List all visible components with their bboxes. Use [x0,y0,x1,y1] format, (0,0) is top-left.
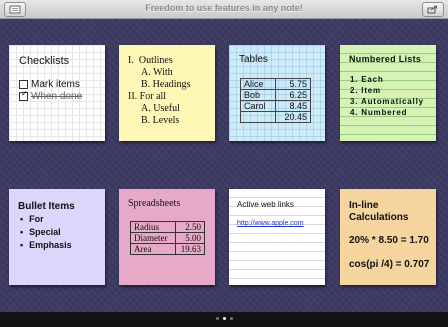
outline-marker: B. [141,79,151,90]
note-title: Spreadsheets [128,198,181,209]
outline-text: Levels [152,115,180,126]
table-cell[interactable]: 5.75 [275,78,311,90]
calculation-result: 20% * 8.50 = 1.70 [349,235,429,246]
checklist-item[interactable]: Mark items [19,79,80,90]
checkbox-checked-icon[interactable]: ✓ [19,90,28,101]
outline-marker: II. [128,91,138,102]
note-outlines[interactable]: I. Outlines A. With B. Headings II. For … [119,45,215,141]
bullet-icon: • [20,227,24,237]
bullet-icon: • [20,240,24,250]
data-table: Alice 5.75 Bob 6.25 Carol 8.45 20.45 [240,78,311,123]
calculation-result: cos(pi /4) = 0.707 [349,259,430,270]
checklist-item-label: Mark items [31,79,80,90]
app-title: Freedom to use features in any note! [145,3,303,13]
list-item: 1. Each [350,75,384,84]
page-dot-current[interactable] [222,317,226,320]
list-item: • Emphasis [20,240,72,250]
table-cell[interactable]: 2.50 [175,221,205,233]
table-cell[interactable]: Radius [130,221,176,233]
note-calculations[interactable]: In-line Calculations 20% * 8.50 = 1.70 c… [340,189,436,285]
note-title: Checklists [19,55,70,67]
list-item-label: Emphasis [29,240,72,250]
table-row: Alice 5.75 [240,78,311,90]
table-row: 20.45 [240,111,311,123]
outline-text: Headings [152,79,191,90]
note-web-links[interactable]: Active web links http://www.apple.com [229,189,325,285]
table-cell[interactable]: Area [130,243,176,255]
table-row: Carol 8.45 [240,100,311,112]
note-title: Numbered Lists [349,54,422,64]
checklist-item[interactable]: ✓ When done [19,90,83,102]
outline-marker: I. [128,55,134,66]
note-title: Bullet Items [18,201,75,212]
table-row: Diameter 5.00 [130,232,205,244]
table-row: Bob 6.25 [240,89,311,101]
list-item-label: For [29,214,44,224]
page-indicator[interactable] [0,317,448,320]
list-item: • Special [20,227,61,237]
list-item: 4. Numbered [350,108,408,117]
outline-text: Outlines [138,55,173,66]
table-cell[interactable]: Alice [240,78,276,90]
outline-marker: A. [141,103,151,114]
note-title-line: In-line [349,200,379,211]
list-item: • For [20,214,44,224]
share-icon [427,5,437,14]
note-bullet-items[interactable]: Bullet Items • For • Special • Emphasis [9,189,105,285]
table-cell[interactable]: 6.25 [275,89,311,101]
list-item-label: Special [29,227,61,237]
page-dot[interactable] [229,317,233,320]
table-row: Area 19.63 [130,243,205,255]
table-cell[interactable]: 20.45 [275,111,311,123]
table-cell[interactable] [240,111,276,123]
table-cell[interactable]: Bob [240,89,276,101]
outline-marker: A. [141,67,151,78]
note-numbered-lists[interactable]: Numbered Lists 1. Each 2. Item 3. Automa… [340,45,436,141]
page-dot[interactable] [215,317,219,320]
bullet-icon: • [20,214,24,224]
table-cell[interactable]: 5.00 [175,232,205,244]
outline-text: With [153,67,173,78]
web-link[interactable]: http://www.apple.com [237,220,304,227]
outline-text: Useful [153,103,180,114]
table-cell[interactable]: Carol [240,100,276,112]
table-cell[interactable]: 8.45 [275,100,311,112]
note-tables[interactable]: Tables Alice 5.75 Bob 6.25 Carol 8.45 20.45 [229,45,325,141]
note-title: In-line Calculations [349,200,408,224]
checklist-item-label: When done [31,91,83,102]
outline-text: For all [139,91,167,102]
list-item: 3. Automatically [350,97,424,106]
table-cell[interactable]: 19.63 [175,243,205,255]
note-checklists[interactable]: Checklists Mark items ✓ When done [9,45,105,141]
note-spreadsheets[interactable]: Spreadsheets Radius 2.50 Diameter 5.00 Are… [119,189,215,285]
note-title: Active web links [237,200,294,209]
outline-marker: B. [141,115,151,126]
note-title: Tables [239,54,268,65]
table-cell[interactable]: Diameter [130,232,176,244]
bottom-bar [0,312,448,327]
table-row: Radius 2.50 [130,221,205,233]
spreadsheet-table: Radius 2.50 Diameter 5.00 Area 19.63 [130,221,205,255]
list-item: 2. Item [350,86,381,95]
note-title-line: Calculations [349,212,409,223]
title-bar: Freedom to use features in any note! [0,0,448,19]
checkbox-unchecked-icon[interactable] [19,80,28,89]
share-button[interactable] [422,2,444,17]
